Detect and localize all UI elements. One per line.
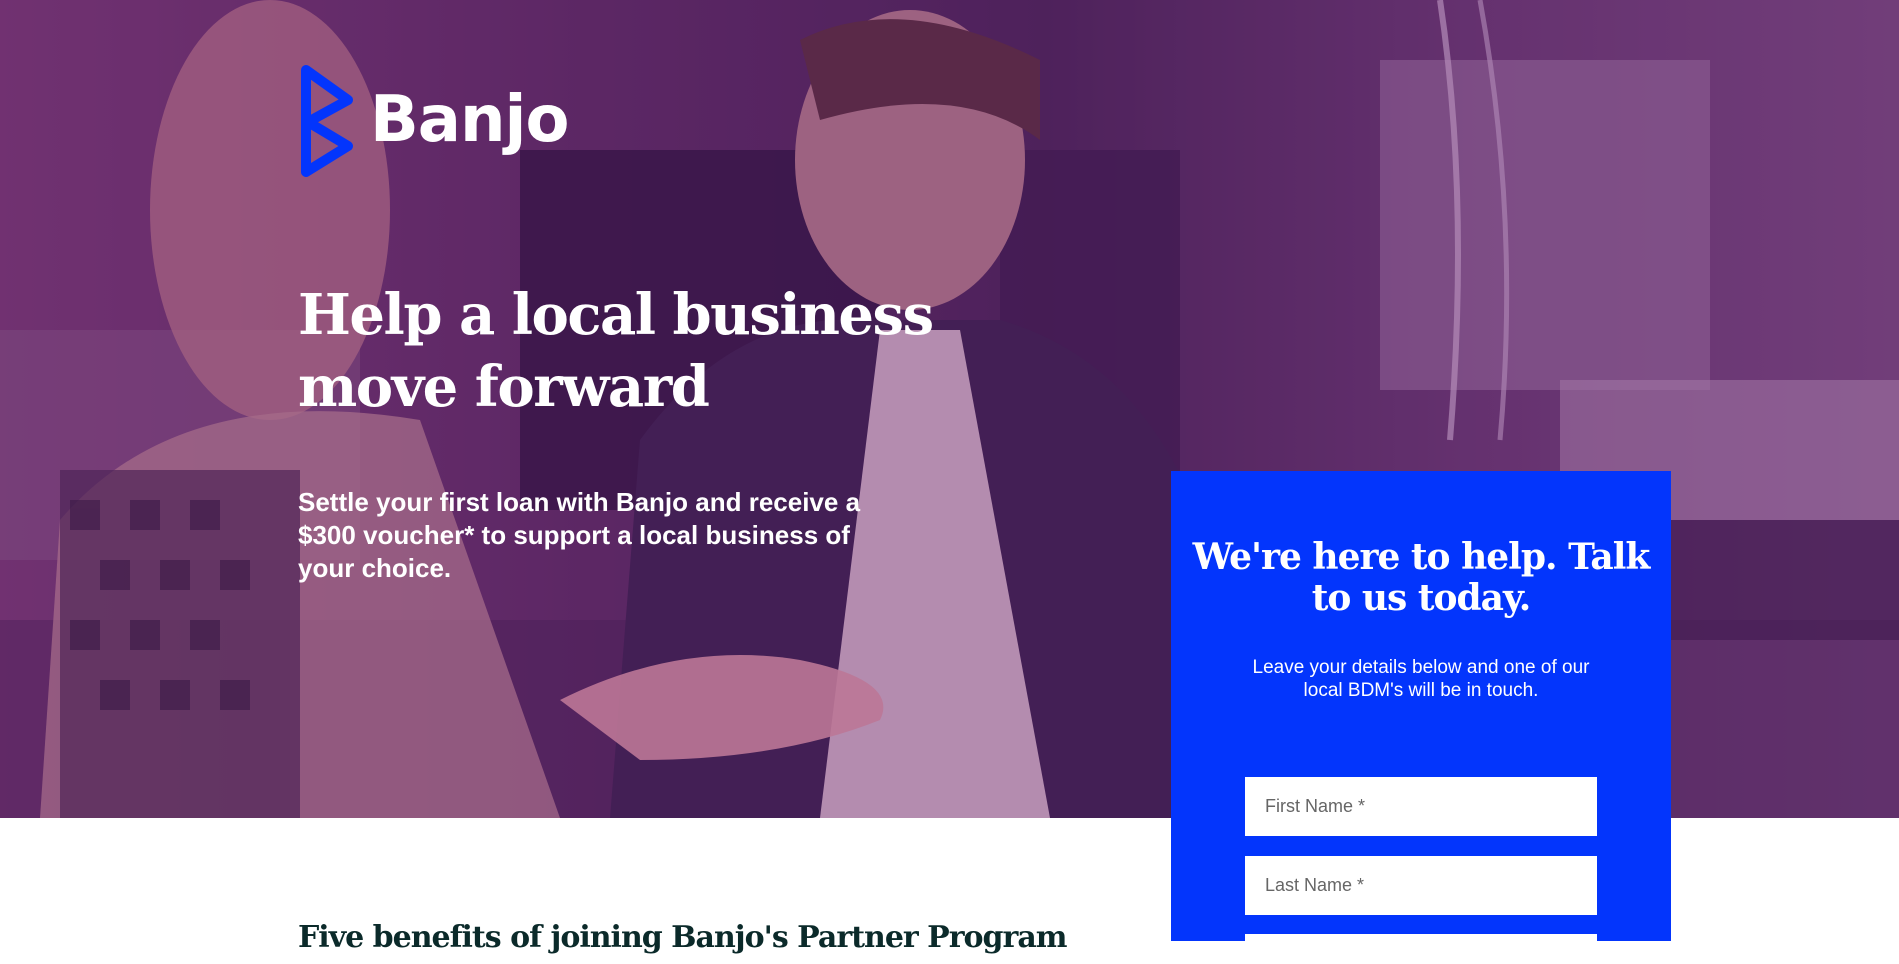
next-form-field[interactable] bbox=[1245, 934, 1597, 964]
contact-form-card: We're here to help. Talk to us today. Le… bbox=[1171, 471, 1671, 964]
first-name-input[interactable] bbox=[1245, 777, 1597, 836]
brand-logo[interactable]: Banjo bbox=[298, 64, 569, 178]
brand-name: Banjo bbox=[370, 83, 569, 157]
benefits-title: Five benefits of joining Banjo's Partner… bbox=[298, 920, 1068, 955]
form-title: We're here to help. Talk to us today. bbox=[1192, 536, 1651, 619]
hero-headline: Help a local business move forward bbox=[298, 282, 934, 420]
hero-subheadline: Settle your first loan with Banjo and re… bbox=[298, 487, 861, 583]
banjo-b-mark-icon bbox=[301, 65, 353, 177]
last-name-input[interactable] bbox=[1245, 856, 1597, 915]
form-description: Leave your details below and one of our … bbox=[1252, 657, 1590, 701]
